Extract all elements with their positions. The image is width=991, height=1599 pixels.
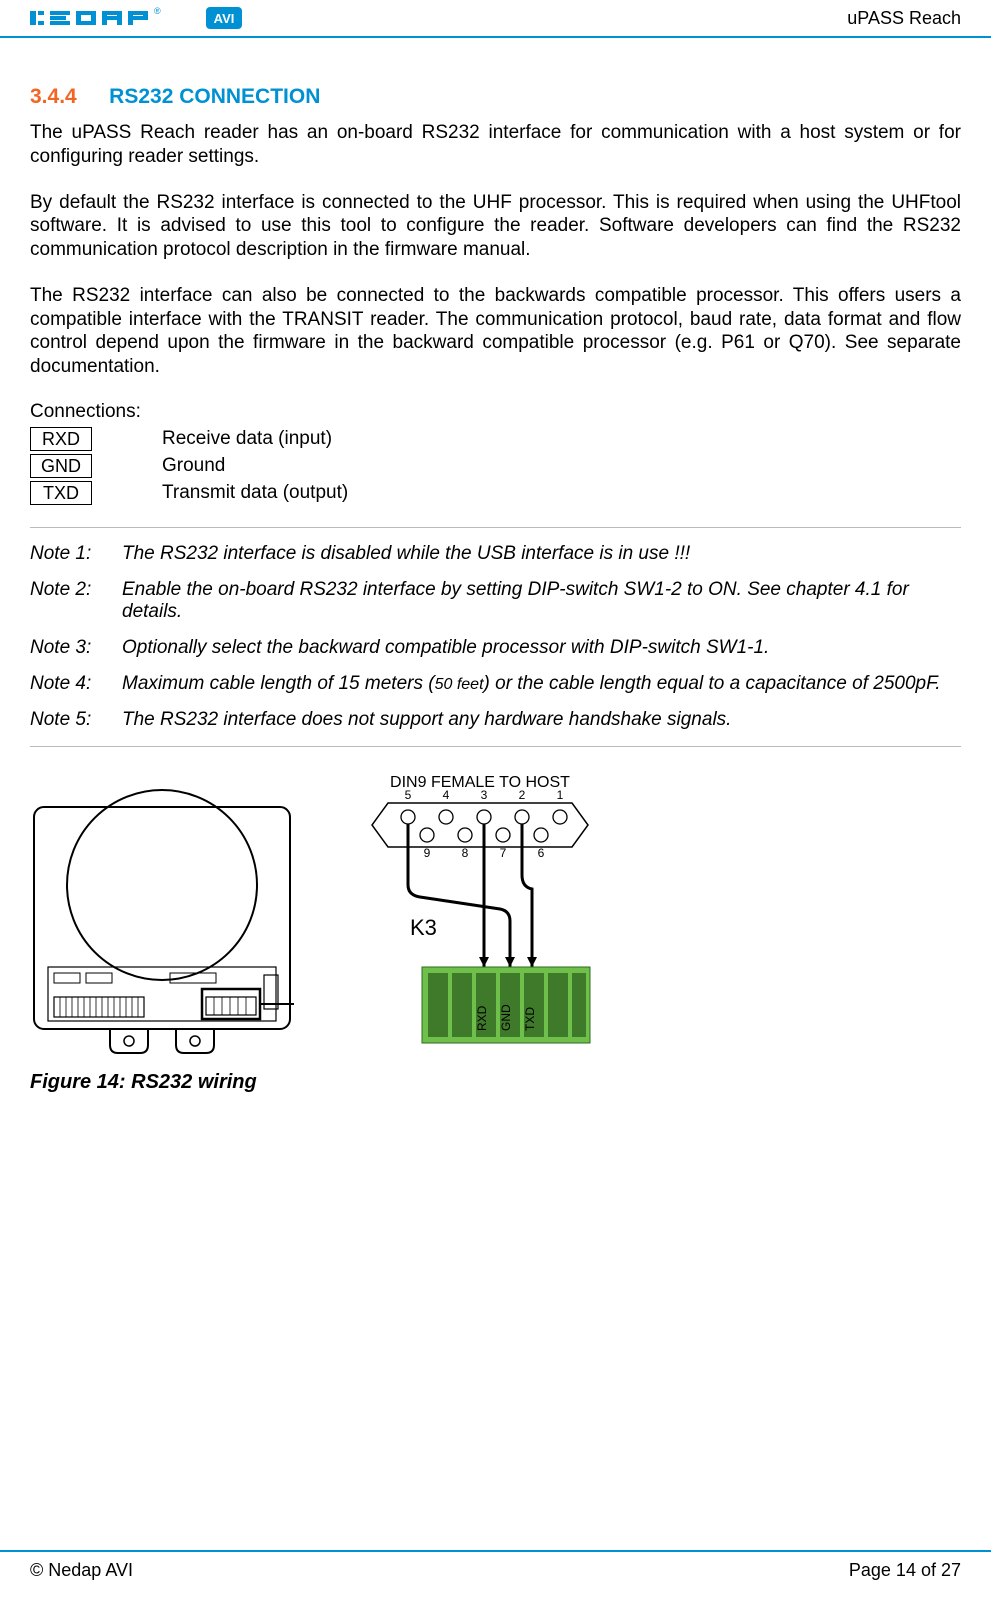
connector-diagram-icon: DIN9 FEMALE TO HOST 5 4 3 2 1 — [350, 775, 620, 1075]
note-text: Optionally select the backward compatibl… — [122, 637, 961, 659]
section-number: 3.4.4 — [30, 85, 77, 109]
note-label: Note 3: — [30, 637, 122, 659]
connection-row: GND Ground — [30, 454, 961, 478]
connections-label: Connections: — [30, 401, 961, 423]
paragraph-3: The RS232 interface can also be connecte… — [30, 284, 961, 379]
footer-page-number: Page 14 of 27 — [849, 1560, 961, 1581]
pin-label: TXD — [30, 481, 92, 505]
pin-desc: Receive data (input) — [162, 428, 332, 450]
nedap-logo-icon: ® — [30, 5, 200, 31]
connections-table: RXD Receive data (input) GND Ground TXD … — [30, 427, 961, 505]
svg-text:9: 9 — [424, 846, 431, 860]
pin-desc: Transmit data (output) — [162, 482, 348, 504]
section-heading: 3.4.4 RS232 CONNECTION — [30, 85, 961, 109]
svg-text:4: 4 — [443, 788, 450, 802]
figures-row: Figure 14: RS232 wiring DIN9 FEMALE TO H… — [30, 775, 961, 1094]
note-row: Note 5: The RS232 interface does not sup… — [30, 702, 961, 738]
svg-text:2: 2 — [519, 788, 526, 802]
document-title: uPASS Reach — [847, 8, 961, 29]
svg-text:1: 1 — [557, 788, 564, 802]
connection-row: TXD Transmit data (output) — [30, 481, 961, 505]
footer-copyright: © Nedap AVI — [30, 1560, 133, 1581]
paragraph-2: By default the RS232 interface is connec… — [30, 191, 961, 262]
svg-text:7: 7 — [500, 846, 507, 860]
note-label: Note 4: — [30, 673, 122, 695]
svg-text:GND: GND — [499, 1004, 513, 1031]
note-label: Note 2: — [30, 579, 122, 623]
svg-text:®: ® — [154, 6, 161, 16]
note-text: Maximum cable length of 15 meters (50 fe… — [122, 673, 961, 695]
note-label: Note 5: — [30, 709, 122, 731]
device-diagram-icon — [30, 775, 294, 1060]
svg-text:8: 8 — [462, 846, 469, 860]
page-content: 3.4.4 RS232 CONNECTION The uPASS Reach r… — [30, 85, 961, 1094]
note-row: Note 4: Maximum cable length of 15 meter… — [30, 666, 961, 702]
note-row: Note 2: Enable the on-board RS232 interf… — [30, 572, 961, 630]
note-text: Enable the on-board RS232 interface by s… — [122, 579, 961, 623]
pin-desc: Ground — [162, 455, 225, 477]
connector-k3-label: K3 — [410, 915, 437, 940]
svg-text:RXD: RXD — [475, 1005, 489, 1031]
svg-text:TXD: TXD — [523, 1006, 537, 1030]
svg-text:6: 6 — [538, 846, 545, 860]
svg-text:3: 3 — [481, 788, 488, 802]
brand-logo: ® AVI — [30, 5, 242, 31]
figure-device: Figure 14: RS232 wiring — [30, 775, 294, 1094]
pin-label: GND — [30, 454, 92, 478]
pin-label: RXD — [30, 427, 92, 451]
figure-connector: DIN9 FEMALE TO HOST 5 4 3 2 1 — [350, 775, 620, 1080]
paragraph-1: The uPASS Reach reader has an on-board R… — [30, 121, 961, 169]
figure-caption: Figure 14: RS232 wiring — [30, 1071, 294, 1094]
page-footer: © Nedap AVI Page 14 of 27 — [0, 1550, 991, 1581]
connection-row: RXD Receive data (input) — [30, 427, 961, 451]
section-title: RS232 CONNECTION — [109, 85, 320, 108]
notes-block: Note 1: The RS232 interface is disabled … — [30, 527, 961, 747]
svg-text:5: 5 — [405, 788, 412, 802]
note-row: Note 3: Optionally select the backward c… — [30, 630, 961, 666]
note-row: Note 1: The RS232 interface is disabled … — [30, 536, 961, 572]
note-text: The RS232 interface does not support any… — [122, 709, 961, 731]
note-text: The RS232 interface is disabled while th… — [122, 543, 961, 565]
svg-text:AVI: AVI — [214, 11, 235, 26]
note-label: Note 1: — [30, 543, 122, 565]
avi-badge-icon: AVI — [206, 5, 242, 31]
page-header: ® AVI uPASS Reach — [0, 0, 991, 38]
